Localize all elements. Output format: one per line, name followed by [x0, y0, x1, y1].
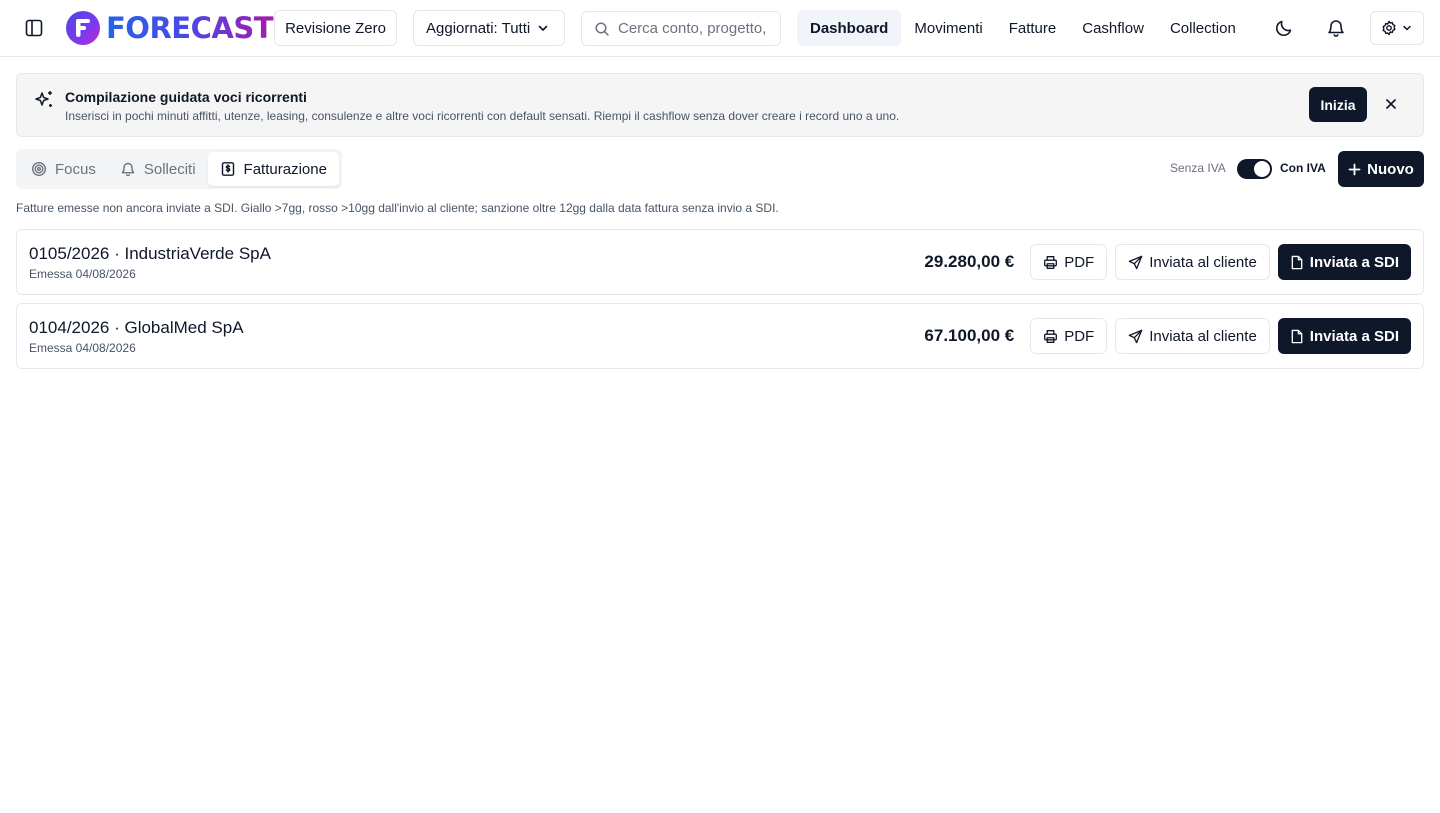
- bell-icon[interactable]: [1322, 14, 1350, 42]
- printer-icon: [1043, 255, 1058, 270]
- tab-solleciti[interactable]: Solleciti: [108, 152, 208, 186]
- sent-sdi-label: Inviata a SDI: [1309, 253, 1399, 271]
- printer-icon: [1043, 329, 1058, 344]
- sent-sdi-label: Inviata a SDI: [1309, 327, 1399, 345]
- start-wizard-button[interactable]: Inizia: [1309, 87, 1367, 122]
- banner-title: Compilazione guidata voci ricorrenti: [65, 89, 307, 105]
- mark-sent-client-button[interactable]: Inviata al cliente: [1115, 244, 1270, 280]
- chevron-down-icon: [536, 21, 550, 35]
- pdf-label: PDF: [1064, 253, 1095, 271]
- updated-filter-label: Aggiornati: Tutti: [426, 19, 531, 37]
- sent-client-label: Inviata al cliente: [1149, 327, 1257, 345]
- gear-icon: [1381, 20, 1397, 36]
- nav-cashflow[interactable]: Cashflow: [1069, 10, 1157, 46]
- file-icon: [1290, 329, 1304, 344]
- dashboard-tabs: Focus Solleciti Fatturazione: [16, 149, 342, 189]
- mark-sent-sdi-button[interactable]: Inviata a SDI: [1277, 318, 1411, 354]
- settings-menu-button[interactable]: [1370, 11, 1424, 45]
- invoice-amount: 67.100,00 €: [924, 326, 1015, 345]
- target-icon: [31, 161, 47, 177]
- nav-movimenti[interactable]: Movimenti: [901, 10, 995, 46]
- banner-description: Inserisci in pochi minuti affitti, utenz…: [65, 109, 900, 123]
- nav-fatture[interactable]: Fatture: [996, 10, 1070, 46]
- mark-sent-sdi-button[interactable]: Inviata a SDI: [1277, 244, 1411, 280]
- invoice-row: 0104/2026 · GlobalMed SpA Emessa 04/08/2…: [16, 303, 1424, 369]
- invoice-date: Emessa 04/08/2026: [29, 341, 136, 355]
- invoice-list: 0105/2026 · IndustriaVerde SpA Emessa 04…: [16, 229, 1424, 377]
- recurring-entries-banner: Compilazione guidata voci ricorrenti Ins…: [16, 73, 1424, 137]
- tab-focus[interactable]: Focus: [19, 152, 108, 186]
- invoice-row: 0105/2026 · IndustriaVerde SpA Emessa 04…: [16, 229, 1424, 295]
- invoice-amount: 29.280,00 €: [924, 252, 1015, 271]
- vat-off-label: Senza IVA: [1170, 161, 1226, 175]
- vat-toggle[interactable]: [1237, 159, 1272, 179]
- invoice-date: Emessa 04/08/2026: [29, 267, 136, 281]
- sparkles-icon: [33, 89, 55, 111]
- moon-icon[interactable]: [1270, 14, 1298, 42]
- chevron-down-icon: [1401, 22, 1413, 34]
- bell-icon: [120, 161, 136, 177]
- toggle-knob: [1254, 161, 1270, 177]
- updated-filter-dropdown[interactable]: Aggiornati: Tutti: [413, 10, 565, 46]
- search-input[interactable]: [618, 20, 768, 37]
- nav-dashboard[interactable]: Dashboard: [797, 10, 902, 46]
- new-button-label: Nuovo: [1367, 160, 1414, 178]
- invoice-title: 0105/2026 · IndustriaVerde SpA: [29, 244, 271, 263]
- billing-hint-text: Fatture emesse non ancora inviate a SDI.…: [16, 201, 779, 215]
- invoice-icon: [220, 161, 236, 177]
- close-icon[interactable]: [1381, 94, 1401, 114]
- file-icon: [1290, 255, 1304, 270]
- app-logo[interactable]: FORECASTO: [66, 10, 274, 46]
- nav-collection[interactable]: Collection: [1157, 10, 1249, 46]
- brand-name: FORECASTO: [106, 11, 274, 45]
- invoice-actions: 67.100,00 € PDF Inviata al cliente Invia…: [924, 318, 1411, 354]
- tab-label: Solleciti: [143, 160, 196, 178]
- logo-mark-icon: [66, 11, 100, 45]
- search-icon: [594, 21, 610, 37]
- top-bar: FORECASTO Revisione Zero Aggiornati: Tut…: [0, 0, 1440, 57]
- pdf-label: PDF: [1064, 327, 1095, 345]
- mark-sent-client-button[interactable]: Inviata al cliente: [1115, 318, 1270, 354]
- tab-label: Fatturazione: [243, 160, 327, 178]
- tab-label: Focus: [55, 160, 96, 178]
- tab-fatturazione[interactable]: Fatturazione: [207, 152, 339, 186]
- new-button[interactable]: Nuovo: [1338, 151, 1424, 187]
- pdf-button[interactable]: PDF: [1030, 318, 1108, 354]
- vat-on-label: Con IVA: [1280, 161, 1326, 175]
- invoice-actions: 29.280,00 € PDF Inviata al cliente Invia…: [924, 244, 1411, 280]
- revision-button[interactable]: Revisione Zero: [274, 10, 397, 46]
- send-icon: [1128, 255, 1143, 270]
- sidebar-toggle-icon[interactable]: [20, 14, 48, 42]
- main-nav: Dashboard Movimenti Fatture Cashflow Col…: [797, 10, 1249, 46]
- plus-icon: [1348, 163, 1361, 176]
- send-icon: [1128, 329, 1143, 344]
- search-box[interactable]: [581, 11, 781, 46]
- invoice-title: 0104/2026 · GlobalMed SpA: [29, 318, 244, 337]
- pdf-button[interactable]: PDF: [1030, 244, 1108, 280]
- sent-client-label: Inviata al cliente: [1149, 253, 1257, 271]
